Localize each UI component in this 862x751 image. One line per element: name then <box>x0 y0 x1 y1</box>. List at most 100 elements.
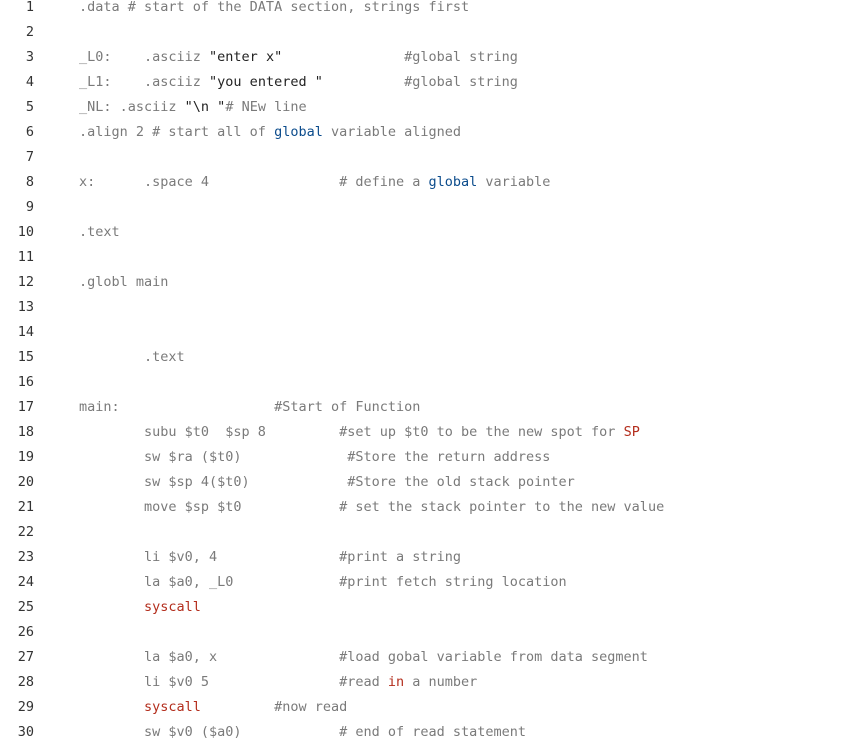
code-line[interactable]: 3 _L0: .asciiz "enter x" #global string <box>0 45 862 70</box>
code-token: # NEw line <box>225 99 307 115</box>
code-token: _NL: .asciiz <box>79 99 185 115</box>
code-token: sw $v0 ($a0) # end of read statement <box>79 724 527 740</box>
code-text: .globl main <box>79 270 168 295</box>
code-token: a number <box>404 674 478 690</box>
code-line[interactable]: 6 .align 2 # start all of global variable… <box>0 120 862 145</box>
code-token: sw $ra ($t0) #Store the return address <box>79 449 551 465</box>
code-token: .text <box>79 349 185 365</box>
code-line[interactable]: 25 syscall <box>0 595 862 620</box>
code-line[interactable]: 4 _L1: .asciiz "you entered " #global str… <box>0 70 862 95</box>
code-line[interactable]: 20 sw $sp 4($t0) #Store the old stack po… <box>0 470 862 495</box>
code-line[interactable]: 22 <box>0 520 862 545</box>
code-token: syscall <box>144 599 201 615</box>
code-line[interactable]: 1 .data # start of the DATA section, stri… <box>0 0 862 20</box>
code-token: main: #Start of Function <box>79 399 421 415</box>
code-text: x: .space 4 # define a global variable <box>79 170 550 195</box>
code-text: syscall #now read <box>79 695 347 720</box>
line-number: 6 <box>25 124 34 140</box>
code-line[interactable]: 28 li $v0 5 #read in a number <box>0 670 862 695</box>
code-token: _L1: .asciiz <box>79 74 210 90</box>
line-number: 10 <box>17 224 34 240</box>
code-token: li $v0, 4 #print a string <box>79 549 462 565</box>
line-number: 22 <box>17 524 34 540</box>
code-line[interactable]: 23 li $v0, 4 #print a string <box>0 545 862 570</box>
code-token: .data # start of the DATA section, strin… <box>79 0 470 15</box>
code-text: _L0: .asciiz "enter x" #global string <box>79 45 518 70</box>
code-text: la $a0, _L0 #print fetch string location <box>79 570 567 595</box>
line-number: 5 <box>25 99 34 115</box>
code-line[interactable]: 9 <box>0 195 862 220</box>
code-token: global <box>428 174 478 190</box>
code-editor[interactable]: 1 .data # start of the DATA section, stri… <box>0 0 862 751</box>
code-text: .text <box>79 345 185 370</box>
line-number: 27 <box>17 649 34 665</box>
code-token: #global string <box>282 49 518 65</box>
line-number: 17 <box>17 399 34 415</box>
code-line[interactable]: 27 la $a0, x #load gobal variable from d… <box>0 645 862 670</box>
code-token: x: .space 4 # define a <box>79 174 429 190</box>
code-token: SP <box>623 424 640 440</box>
code-text: sw $sp 4($t0) #Store the old stack point… <box>79 470 575 495</box>
code-token: sw $sp 4($t0) #Store the old stack point… <box>79 474 575 490</box>
code-token: la $a0, _L0 #print fetch string location <box>79 574 567 590</box>
code-line[interactable]: 19 sw $ra ($t0) #Store the return addres… <box>0 445 862 470</box>
code-line[interactable]: 26 <box>0 620 862 645</box>
code-text: .text <box>79 220 120 245</box>
code-token: global <box>274 124 323 140</box>
code-token: #global string <box>322 74 518 90</box>
code-line[interactable]: 24 la $a0, _L0 #print fetch string locat… <box>0 570 862 595</box>
code-text: move $sp $t0 # set the stack pointer to … <box>79 495 664 520</box>
code-token: move $sp $t0 # set the stack pointer to … <box>79 499 665 515</box>
code-token: variable <box>477 174 551 190</box>
code-line[interactable]: 30 sw $v0 ($a0) # end of read statement <box>0 720 862 745</box>
line-number: 25 <box>17 599 34 615</box>
code-token: "enter x" <box>209 49 283 65</box>
code-line[interactable]: 17 main: #Start of Function <box>0 395 862 420</box>
code-text: syscall <box>79 595 201 620</box>
code-token: variable aligned <box>322 124 462 140</box>
code-line[interactable]: 5 _NL: .asciiz "\n "# NEw line <box>0 95 862 120</box>
code-token: in <box>387 674 405 690</box>
line-number: 4 <box>25 74 34 90</box>
line-number: 3 <box>25 49 34 65</box>
code-line[interactable]: 11 <box>0 245 862 270</box>
code-text: sw $v0 ($a0) # end of read statement <box>79 720 526 745</box>
code-token: "you entered " <box>209 74 323 90</box>
line-number: 20 <box>17 474 34 490</box>
code-text: sw $ra ($t0) #Store the return address <box>79 445 550 470</box>
line-number: 29 <box>17 699 34 715</box>
code-line[interactable]: 7 <box>0 145 862 170</box>
code-text: li $v0, 4 #print a string <box>79 545 461 570</box>
line-number: 21 <box>17 499 34 515</box>
code-text: la $a0, x #load gobal variable from data… <box>79 645 648 670</box>
line-number: 14 <box>17 324 34 340</box>
code-text: _NL: .asciiz "\n "# NEw line <box>79 95 307 120</box>
line-number: 1 <box>25 0 34 15</box>
code-line[interactable]: 18 subu $t0 $sp 8 #set up $t0 to be the … <box>0 420 862 445</box>
line-number: 13 <box>17 299 34 315</box>
code-line[interactable]: 12 .globl main <box>0 270 862 295</box>
code-line[interactable]: 2 <box>0 20 862 45</box>
code-text: li $v0 5 #read in a number <box>79 670 477 695</box>
code-line[interactable]: 29 syscall #now read <box>0 695 862 720</box>
code-line[interactable]: 8 x: .space 4 # define a global variable <box>0 170 862 195</box>
code-token: "\n " <box>184 99 226 115</box>
code-token: #now read <box>200 699 348 715</box>
line-number: 16 <box>17 374 34 390</box>
line-number: 12 <box>17 274 34 290</box>
code-line[interactable]: 14 <box>0 320 862 345</box>
code-text: main: #Start of Function <box>79 395 420 420</box>
code-token: _L0: .asciiz <box>79 49 210 65</box>
code-line[interactable]: 10 .text <box>0 220 862 245</box>
code-text: .align 2 # start all of global variable … <box>79 120 461 145</box>
line-number: 9 <box>25 199 34 215</box>
code-line[interactable]: 15 .text <box>0 345 862 370</box>
line-number: 8 <box>25 174 34 190</box>
code-line[interactable]: 21 move $sp $t0 # set the stack pointer … <box>0 495 862 520</box>
code-line[interactable]: 13 <box>0 295 862 320</box>
code-token: li $v0 5 #read <box>79 674 388 690</box>
code-line[interactable]: 16 <box>0 370 862 395</box>
line-number: 19 <box>17 449 34 465</box>
